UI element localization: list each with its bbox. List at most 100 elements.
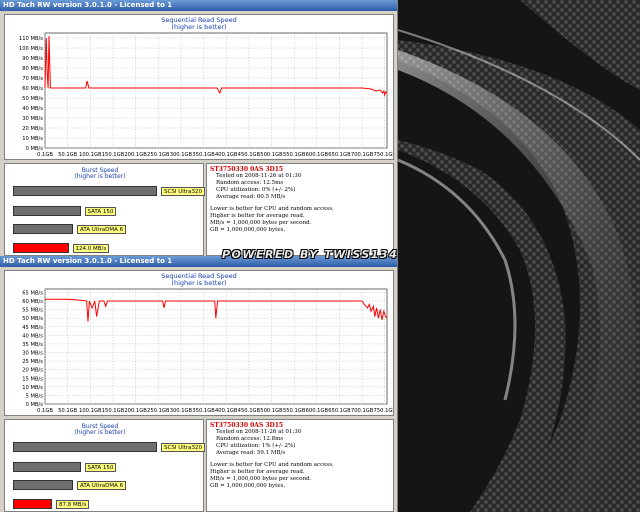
y-tick-label: 60 MB/s bbox=[22, 299, 43, 305]
x-tick-label: 750.1GB bbox=[374, 152, 393, 158]
burst-bar-label: SATA 150 bbox=[84, 207, 117, 216]
hdtach-window-1[interactable]: HD Tach RW version 3.0.1.0 - Licensed to… bbox=[0, 0, 398, 256]
hdtach-window-2[interactable]: HD Tach RW version 3.0.1.0 - Licensed to… bbox=[0, 256, 398, 512]
drive-info: ST3750330 0AS 3D15 Tested on 2008-11-26 … bbox=[210, 166, 334, 234]
burst-bar bbox=[13, 480, 73, 490]
y-tick-label: 55 MB/s bbox=[22, 308, 43, 314]
burst-bar bbox=[13, 243, 69, 253]
burst-bar-label: 124.0 MB/s bbox=[72, 244, 110, 253]
y-tick-label: 50 MB/s bbox=[22, 316, 43, 322]
burst-bar bbox=[13, 442, 157, 452]
x-tick-label: 450.1GB bbox=[238, 152, 261, 158]
burst-bar bbox=[13, 206, 81, 216]
y-tick-label: 110 MB/s bbox=[19, 36, 43, 42]
y-tick-label: 30 MB/s bbox=[22, 351, 43, 357]
y-tick-label: 35 MB/s bbox=[22, 342, 43, 348]
plot-area bbox=[44, 32, 388, 149]
random-access: Random access: 12.5ms bbox=[216, 180, 284, 186]
y-tick-label: 25 MB/s bbox=[22, 359, 43, 365]
info-panel: ST3750330 0AS 3D15 Tested on 2008-11-26 … bbox=[206, 419, 394, 512]
x-tick-label: 200.1GB bbox=[124, 408, 147, 414]
info-panel: ST3750330 0AS 3D15 Tested on 2008-11-26 … bbox=[206, 163, 394, 256]
x-tick-label: 400.1GB bbox=[215, 152, 238, 158]
x-tick-label: 50.1GB bbox=[58, 152, 78, 158]
x-tick-label: 600.1GB bbox=[306, 152, 329, 158]
x-tick-label: 500.1GB bbox=[260, 152, 283, 158]
burst-bar bbox=[13, 462, 81, 472]
note-higher: Higher is better for average read. bbox=[210, 213, 305, 219]
burst-bar bbox=[13, 224, 73, 234]
x-tick-label: 100.1GB bbox=[79, 152, 102, 158]
x-tick-label: 200.1GB bbox=[124, 152, 147, 158]
burst-panel: Burst Speed (higher is better) SCSI Ultr… bbox=[4, 163, 206, 256]
watermark-text: POWERED BY TWISS134 bbox=[222, 248, 399, 261]
x-tick-label: 250.1GB bbox=[147, 152, 170, 158]
drive-info: ST3750330 0AS 3D15 Tested on 2008-11-26 … bbox=[210, 422, 334, 490]
y-tick-label: 100 MB/s bbox=[19, 46, 43, 52]
random-access: Random access: 12.8ms bbox=[216, 436, 284, 442]
y-tick-label: 20 MB/s bbox=[22, 126, 43, 132]
x-tick-label: 500.1GB bbox=[260, 408, 283, 414]
y-tick-label: 50 MB/s bbox=[22, 96, 43, 102]
y-tick-label: 90 MB/s bbox=[22, 56, 43, 62]
x-tick-label: 450.1GB bbox=[238, 408, 261, 414]
y-tick-label: 15 MB/s bbox=[22, 376, 43, 382]
x-tick-label: 150.1GB bbox=[102, 408, 125, 414]
burst-bar-label: SCSI Ultra320 bbox=[161, 187, 206, 196]
burst-bar-label: ATA UltraDMA 6 bbox=[77, 225, 127, 234]
x-tick-label: 550.1GB bbox=[283, 152, 306, 158]
x-tick-label: 50.1GB bbox=[58, 408, 78, 414]
x-tick-label: 350.1GB bbox=[192, 408, 215, 414]
y-tick-label: 60 MB/s bbox=[22, 86, 43, 92]
y-tick-label: 10 MB/s bbox=[22, 136, 43, 142]
note-mbs: MB/s = 1,000,000 bytes per second. bbox=[210, 220, 312, 226]
burst-bar-label: ATA UltraDMA 6 bbox=[77, 481, 127, 490]
y-tick-label: 80 MB/s bbox=[22, 66, 43, 72]
y-tick-label: 40 MB/s bbox=[22, 106, 43, 112]
tested-date: Tested on 2008-11-26 at 01:30 bbox=[216, 429, 302, 435]
burst-bar bbox=[13, 499, 52, 509]
burst-bar-label: 87.8 MB/s bbox=[56, 500, 90, 509]
cpu-utilization: CPU utilization: 0% (+/- 2%) bbox=[216, 187, 296, 193]
chart-panel: Sequential Read Speed (higher is better)… bbox=[4, 14, 394, 160]
x-tick-label: 750.1GB bbox=[374, 408, 393, 414]
x-tick-label: 300.1GB bbox=[170, 408, 193, 414]
burst-bar bbox=[13, 186, 157, 196]
x-tick-label: 0.1GB bbox=[37, 152, 53, 158]
y-tick-label: 70 MB/s bbox=[22, 76, 43, 82]
y-tick-label: 65 MB/s bbox=[22, 290, 43, 296]
x-tick-label: 250.1GB bbox=[147, 408, 170, 414]
note-mbs: MB/s = 1,000,000 bytes per second. bbox=[210, 476, 312, 482]
note-gb: GB = 1,000,000,000 bytes. bbox=[210, 227, 286, 233]
y-tick-label: 40 MB/s bbox=[22, 333, 43, 339]
note-lower: Lower is better for CPU and random acces… bbox=[210, 206, 334, 212]
burst-subtitle: (higher is better) bbox=[74, 429, 126, 436]
x-tick-label: 350.1GB bbox=[192, 152, 215, 158]
x-tick-label: 600.1GB bbox=[306, 408, 329, 414]
note-higher: Higher is better for average read. bbox=[210, 469, 305, 475]
x-tick-label: 650.1GB bbox=[328, 152, 351, 158]
x-tick-label: 300.1GB bbox=[170, 152, 193, 158]
x-tick-label: 150.1GB bbox=[102, 152, 125, 158]
y-tick-label: 5 MB/s bbox=[26, 393, 44, 399]
burst-bar-label: SCSI Ultra320 bbox=[161, 443, 206, 452]
x-tick-label: 700.1GB bbox=[351, 152, 374, 158]
note-lower: Lower is better for CPU and random acces… bbox=[210, 462, 334, 468]
y-tick-label: 20 MB/s bbox=[22, 368, 43, 374]
average-read: Average read: 60.5 MB/s bbox=[216, 194, 286, 200]
sequential-read-chart: 0 MB/s5 MB/s10 MB/s15 MB/s20 MB/s25 MB/s… bbox=[22, 288, 393, 414]
drive-model: ST3750330 0AS 3D15 bbox=[210, 422, 284, 429]
note-gb: GB = 1,000,000,000 bytes. bbox=[210, 483, 286, 489]
y-tick-label: 30 MB/s bbox=[22, 116, 43, 122]
x-tick-label: 550.1GB bbox=[283, 408, 306, 414]
x-tick-label: 0.1GB bbox=[37, 408, 53, 414]
drive-model: ST3750330 0AS 3D15 bbox=[210, 166, 284, 173]
window-title: HD Tach RW version 3.0.1.0 - Licensed to… bbox=[0, 0, 397, 11]
y-tick-label: 10 MB/s bbox=[22, 385, 43, 391]
x-tick-label: 100.1GB bbox=[79, 408, 102, 414]
sequential-read-chart: 0 MB/s10 MB/s20 MB/s30 MB/s40 MB/s50 MB/… bbox=[19, 32, 393, 158]
average-read: Average read: 59.1 MB/s bbox=[216, 450, 286, 456]
x-tick-label: 700.1GB bbox=[351, 408, 374, 414]
chart-panel: Sequential Read Speed (higher is better)… bbox=[4, 270, 394, 416]
x-tick-label: 400.1GB bbox=[215, 408, 238, 414]
